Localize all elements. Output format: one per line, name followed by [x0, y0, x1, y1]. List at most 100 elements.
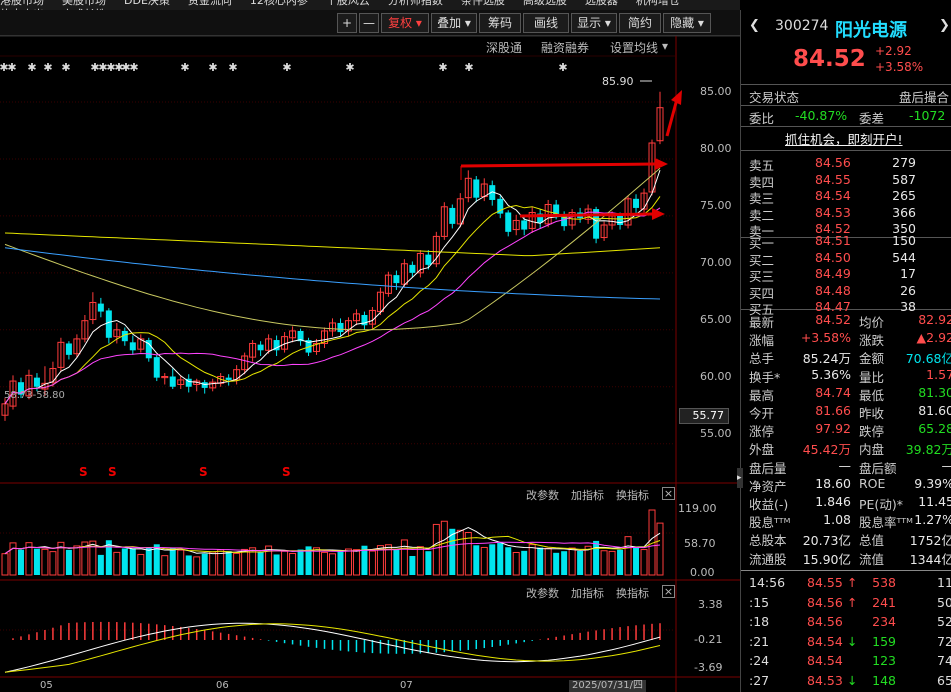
tick-price: 84.54 [807, 653, 843, 668]
y-axis-label: 85.00 [700, 85, 732, 98]
top-nav-item[interactable]: 分析师指数 [388, 0, 443, 6]
top-nav-item[interactable]: 港股市场 [0, 0, 44, 6]
vol-switch-indicator[interactable]: 换指标 [616, 487, 649, 503]
macd-switch-indicator[interactable]: 换指标 [616, 585, 649, 601]
macd-add-indicator[interactable]: 加指标 [571, 585, 604, 601]
tick-time: :18 [749, 614, 770, 629]
top-nav-item[interactable]: 12核心内参 [250, 0, 308, 6]
top-nav-item[interactable]: 机构增仓 [636, 0, 680, 6]
tick-row: :15 84.56 ↑ 241 50 [741, 595, 951, 612]
price-block: 84.52 +2.92 +3.58% [741, 44, 951, 76]
price-change-pct: +3.58% [875, 60, 924, 74]
stat-label: 总手 [749, 351, 775, 367]
tick-volume: 234 [872, 614, 896, 629]
close-icon[interactable]: × [662, 487, 675, 500]
volume-bar [137, 553, 145, 576]
volume-bar [368, 550, 376, 576]
chevron-right-icon[interactable]: ❯ [939, 18, 950, 33]
tick-direction-icon: ↑ [847, 594, 858, 610]
peak-price-label: 85.90 [602, 75, 634, 88]
stat-value: — [942, 458, 951, 473]
collapse-handle[interactable]: ▸ [737, 468, 743, 488]
ask-volume: 587 [892, 171, 916, 187]
macd-edit-params[interactable]: 改参数 [526, 585, 559, 601]
ask-volume: 366 [892, 204, 916, 220]
after-hours-label: 盘后撮合 [899, 90, 950, 105]
volume-bar [416, 546, 424, 576]
volume-bar [113, 551, 121, 576]
vol-add-indicator[interactable]: 加指标 [571, 487, 604, 503]
bid-row: 买二 84.50 544 [741, 249, 951, 268]
event-star-icon: ✱ [282, 61, 291, 74]
candle-body [449, 207, 456, 224]
stat-value: 1.08 [823, 512, 851, 528]
promo-row[interactable]: 抓住机会，即刻开户! [741, 129, 951, 148]
volume-bar [568, 547, 576, 576]
close-icon[interactable]: × [662, 585, 675, 598]
weibi-row: 委比 -40.87% 委差 -1072 [741, 108, 951, 126]
stat-value: 1752亿 [909, 533, 951, 549]
tick-volume: 241 [872, 594, 896, 610]
stat-value: 1.27% [914, 512, 951, 528]
bid-price: 84.50 [815, 249, 851, 265]
top-nav-item[interactable]: 个股风云 [326, 0, 370, 6]
weibi-label: 委比 [749, 111, 775, 126]
trade-status-row: 交易状态 盘后撮合 [741, 87, 951, 105]
stat-value: 82.92 [918, 312, 951, 327]
y-axis-label: 55.00 [700, 426, 732, 440]
y-axis-label: 65.00 [700, 312, 732, 326]
tick-time: :21 [749, 633, 770, 649]
stat-label: 净资产 [749, 478, 787, 494]
vol-axis-top: 119.00 [678, 502, 717, 515]
stat-row: 总手 85.24万 金额 70.68亿 [741, 348, 951, 367]
ask-price: 84.55 [815, 171, 851, 187]
stat-value: 45.42万 [802, 442, 851, 458]
ma10-line [4, 196, 661, 405]
stat-value: 11.45 [918, 494, 951, 509]
volume-bar [521, 550, 528, 575]
stat-row: 涨幅 +3.58% 涨跌 ▲2.92 [741, 330, 951, 348]
top-nav-item[interactable]: 高级选股 [523, 0, 567, 6]
top-nav-item[interactable]: 选股器 [585, 0, 618, 6]
vol-axis-bottom: 0.00 [690, 566, 715, 579]
volume-bar [553, 552, 560, 575]
vol-edit-params[interactable]: 改参数 [526, 487, 559, 503]
volume-bar [480, 546, 488, 576]
volume-bar [537, 547, 544, 575]
stat-label: 总值 [859, 533, 885, 549]
stat-value: 9.39% [914, 475, 951, 491]
top-nav-item[interactable]: 美股市场 [62, 0, 106, 6]
volume-bar [608, 550, 616, 576]
stat-value: 5.36% [811, 366, 851, 382]
arrow-icon [652, 208, 665, 220]
candle-body [169, 376, 176, 387]
stat-value: 81.66 [815, 403, 851, 418]
volume-bar [193, 556, 201, 576]
event-star-icon: ✱ [180, 61, 189, 74]
y-axis-label: 75.00 [700, 198, 732, 212]
bid-volume: 150 [892, 233, 916, 248]
chevron-left-icon[interactable]: ❮ [749, 18, 760, 33]
top-nav-item[interactable]: 条件选股 [461, 0, 505, 6]
tick-price: 84.53 [807, 672, 843, 688]
ask-volume: 279 [892, 155, 916, 170]
weicha-label: 委差 [859, 111, 885, 126]
volume-bar [321, 551, 329, 576]
top-nav: 港股市场 美股市场 DDE决策 资金流向 12核心内参 个股风云 分析师指数 条件选股 高级选股… [0, 0, 740, 10]
volume-bar [489, 544, 496, 575]
volume-bar [65, 549, 72, 575]
volume-bar [600, 550, 608, 576]
top-nav-item[interactable]: 资金流向 [188, 0, 232, 6]
stat-label: PE(动)* [859, 497, 903, 512]
y-axis-label: 60.00 [700, 369, 732, 383]
volume-bar [544, 547, 552, 576]
volume-bar [161, 555, 169, 576]
candle-body [337, 322, 344, 333]
promo-link[interactable]: 抓住机会，即刻开户! [785, 129, 903, 148]
volume-bar [225, 551, 232, 575]
top-nav-item[interactable]: DDE决策 [124, 0, 170, 6]
ask-price: 84.54 [815, 188, 851, 203]
ask-row: 卖二 84.53 366 [741, 204, 951, 223]
event-star-icon: ✱ [558, 61, 567, 74]
tick-volume: 159 [872, 633, 896, 649]
